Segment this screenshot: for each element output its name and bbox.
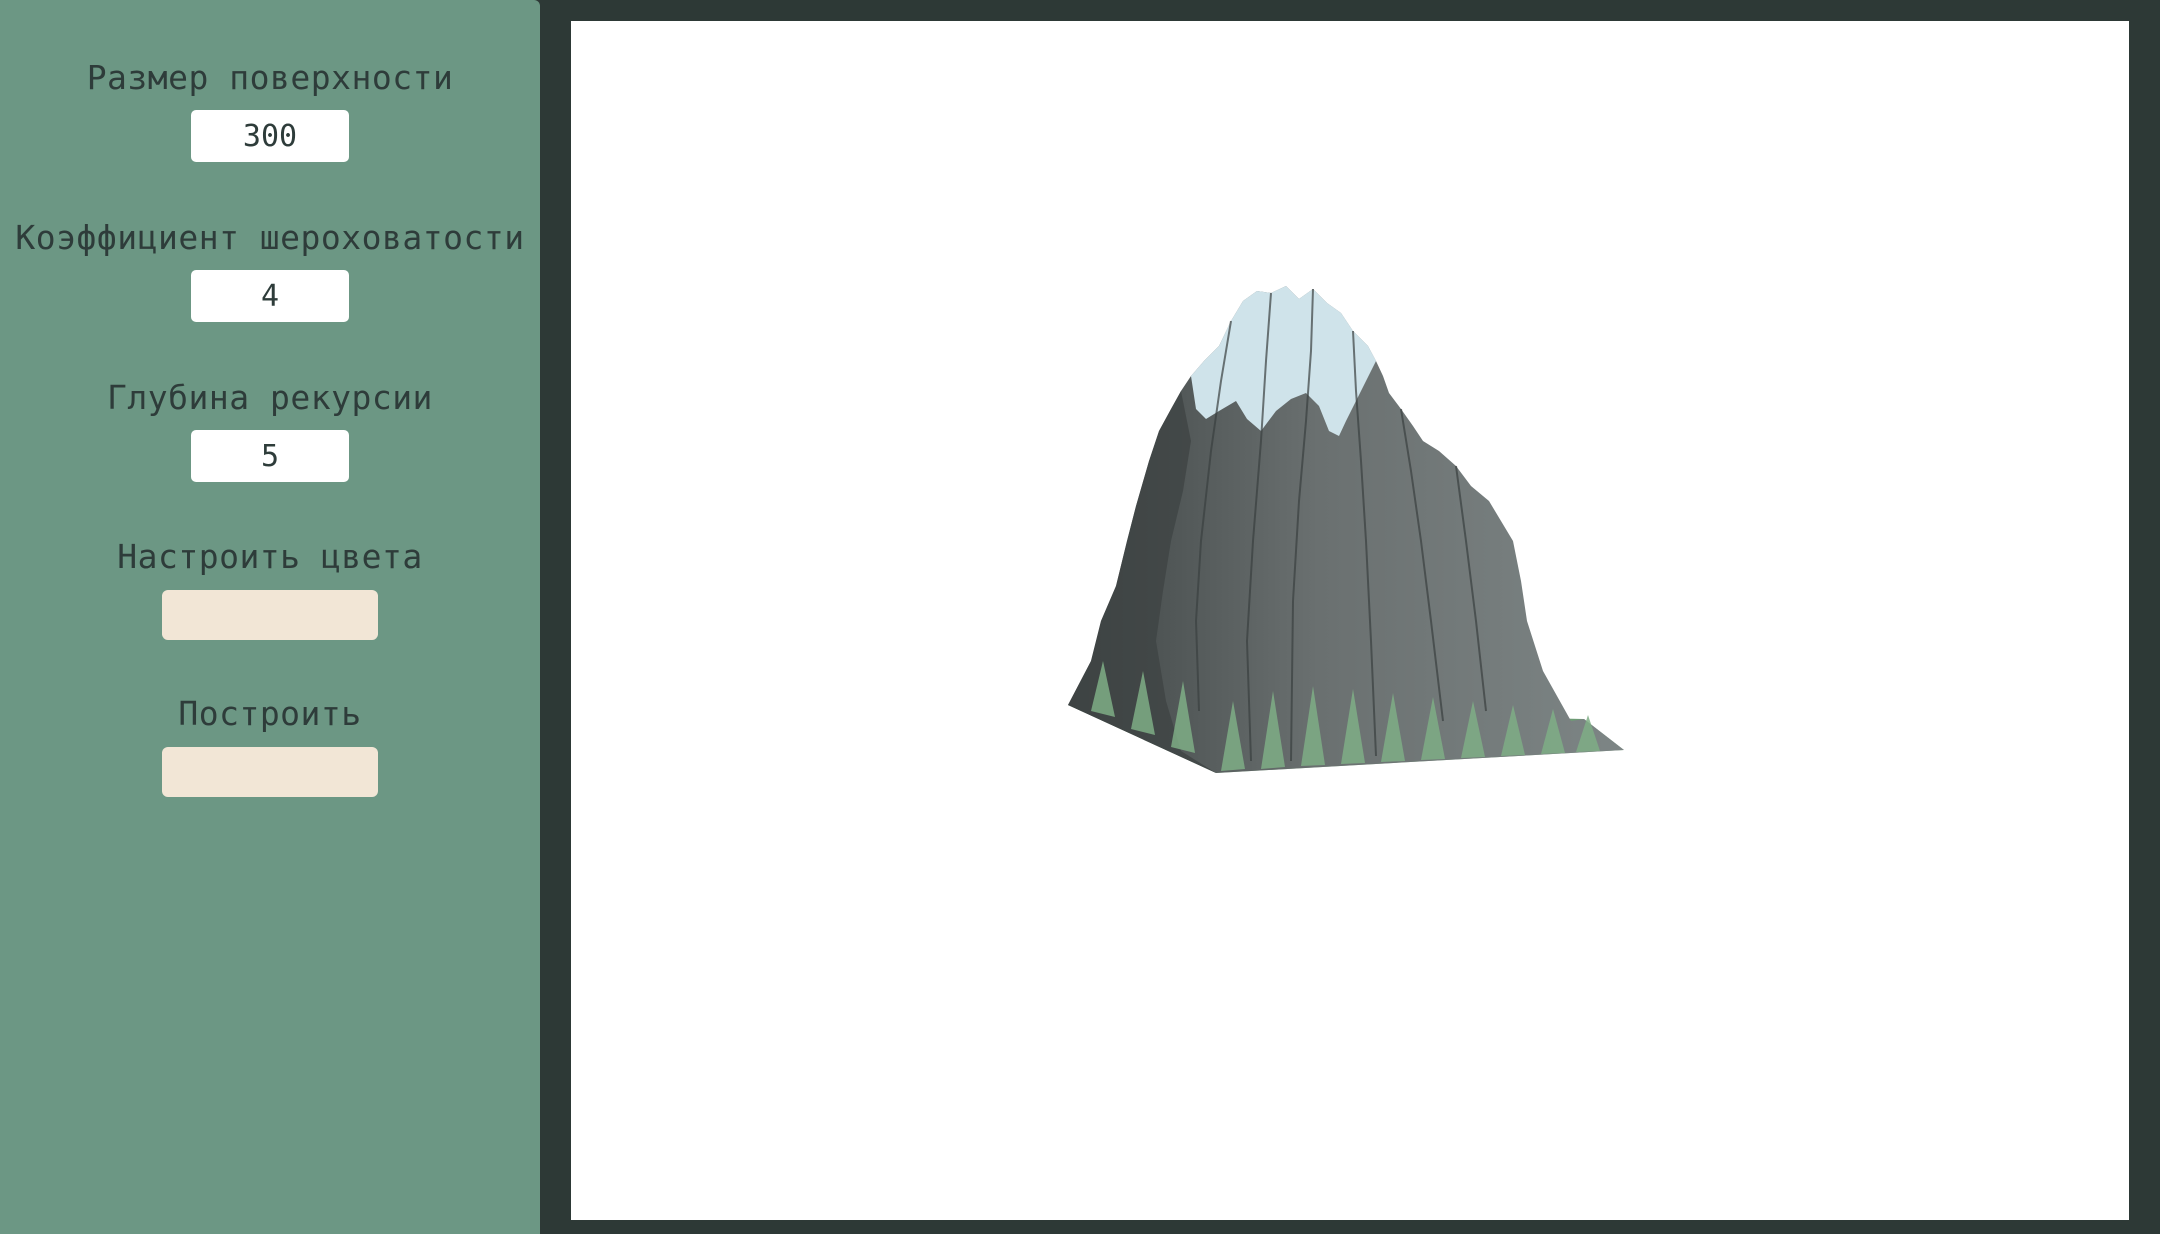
roughness-input[interactable] [191, 270, 349, 322]
build-button[interactable] [162, 747, 378, 797]
build-label: Построить [178, 694, 362, 733]
terrain-render [1068, 286, 1624, 773]
surface-size-label: Размер поверхности [86, 58, 454, 97]
surface-size-input[interactable] [191, 110, 349, 162]
recursion-depth-label: Глубина рекурсии [107, 378, 433, 417]
configure-colors-button[interactable] [162, 590, 378, 640]
roughness-label: Коэффициент шероховатости [15, 218, 525, 257]
colors-label: Настроить цвета [117, 537, 423, 576]
render-viewport[interactable] [571, 21, 2129, 1220]
recursion-depth-input[interactable] [191, 430, 349, 482]
settings-sidebar: Размер поверхности Коэффициент шероховат… [0, 0, 540, 1234]
